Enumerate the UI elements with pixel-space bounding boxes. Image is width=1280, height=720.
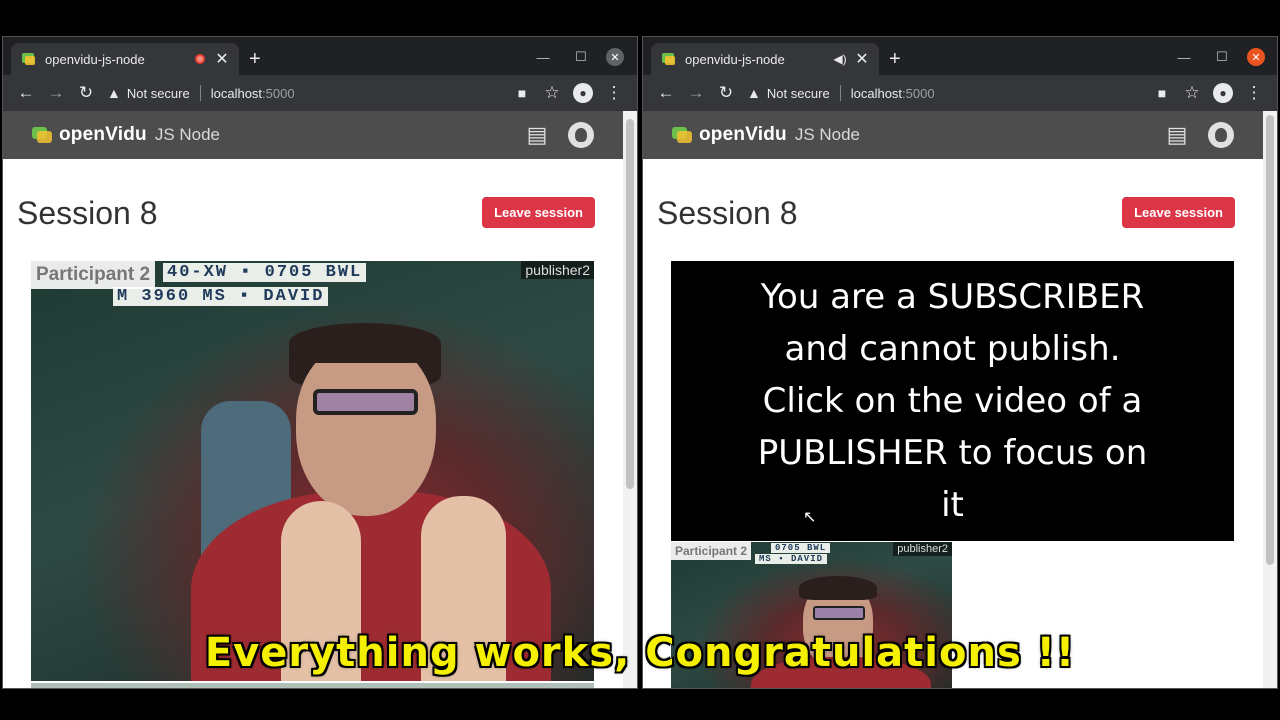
forward-arrow-icon[interactable]: → — [681, 83, 711, 103]
brand-subtitle: JS Node — [154, 125, 221, 144]
mouse-cursor-icon: ↖ — [803, 509, 817, 526]
main-video[interactable]: 40-XW ▪ 0705 BWL M 3960 MS ▪ DAVID Parti… — [31, 261, 594, 681]
page-viewport: openVidu JS Node ▤ Session 8 Leave sessi… — [643, 111, 1263, 688]
back-arrow-icon[interactable]: ← — [651, 83, 681, 103]
url-host: localhost — [850, 85, 903, 101]
back-arrow-icon[interactable]: ← — [11, 83, 41, 103]
publisher-tag: publisher2 — [521, 261, 594, 279]
warning-triangle-icon: ▲ — [747, 85, 761, 101]
bookmark-star-icon[interactable]: ☆ — [537, 83, 567, 103]
publisher-tag: publisher2 — [893, 542, 952, 556]
browser-tab[interactable]: openvidu-js-node ◀) ✕ — [651, 43, 879, 75]
app-navbar: openVidu JS Node ▤ — [643, 111, 1263, 159]
session-title: Session 8 — [17, 195, 158, 231]
security-label: Not secure — [766, 85, 830, 101]
person-glasses — [813, 606, 865, 620]
address-separator — [199, 85, 201, 101]
security-label: Not secure — [126, 85, 190, 101]
plate-top: 0705 BWL — [771, 543, 831, 553]
menu-kebab-icon[interactable]: ⋮ — [599, 83, 629, 103]
tab-bar: openvidu-js-node ✕ + — ☐ ✕ — [3, 37, 637, 75]
session-title: Session 8 — [657, 195, 798, 231]
warning-triangle-icon: ▲ — [107, 85, 121, 101]
forward-arrow-icon[interactable]: → — [41, 83, 71, 103]
docs-book-icon[interactable]: ▤ — [523, 121, 551, 149]
openvidu-logo-icon — [32, 127, 52, 143]
window-close-icon[interactable]: ✕ — [606, 48, 624, 66]
browser-window-right: openvidu-js-node ◀) ✕ + — ☐ ✕ ← → ↻ ▲ No… — [642, 36, 1278, 689]
minimize-icon[interactable]: — — [530, 47, 556, 67]
leave-session-button[interactable]: Leave session — [1122, 197, 1235, 228]
url-host: localhost — [210, 85, 263, 101]
brand-name[interactable]: openVidu — [699, 124, 787, 146]
window-controls: — ☐ ✕ — [530, 47, 624, 67]
menu-kebab-icon[interactable]: ⋮ — [1239, 83, 1269, 103]
next-video-edge — [31, 683, 594, 688]
scrollbar[interactable] — [1263, 111, 1277, 688]
reload-icon[interactable]: ↻ — [71, 83, 101, 103]
browser-window-left: openvidu-js-node ✕ + — ☐ ✕ ← → ↻ ▲ Not s… — [2, 36, 638, 689]
browser-toolbar: ← → ↻ ▲ Not secure localhost:5000 ■ ☆ ● … — [643, 75, 1277, 111]
profile-avatar-icon[interactable]: ● — [1213, 83, 1233, 103]
camera-icon[interactable]: ■ — [507, 85, 537, 101]
person-hair — [799, 576, 877, 600]
browser-tab[interactable]: openvidu-js-node ✕ — [11, 43, 239, 75]
reload-icon[interactable]: ↻ — [711, 83, 741, 103]
camera-icon[interactable]: ■ — [1147, 85, 1177, 101]
docs-book-icon[interactable]: ▤ — [1163, 121, 1191, 149]
profile-avatar-icon[interactable]: ● — [573, 83, 593, 103]
browser-toolbar: ← → ↻ ▲ Not secure localhost:5000 ■ ☆ ● … — [3, 75, 637, 111]
person-glasses — [313, 389, 418, 415]
maximize-icon[interactable]: ☐ — [1209, 47, 1235, 67]
address-bar[interactable]: ▲ Not secure localhost:5000 — [101, 79, 507, 107]
new-tab-icon[interactable]: + — [889, 46, 901, 72]
window-controls: — ☐ ✕ — [1171, 47, 1265, 67]
tab-title: openvidu-js-node — [685, 51, 785, 67]
address-bar[interactable]: ▲ Not secure localhost:5000 — [741, 79, 1147, 107]
person-hair-top — [289, 323, 441, 363]
subscriber-message-panel: You are a SUBSCRIBER and cannot publish.… — [671, 261, 1234, 541]
participant-name-tag: Participant 2 — [31, 261, 156, 289]
brand-name[interactable]: openVidu — [59, 124, 147, 146]
recording-indicator-icon — [193, 52, 207, 66]
plate-bottom: M 3960 MS ▪ DAVID — [113, 287, 329, 306]
brand-subtitle: JS Node — [794, 125, 861, 144]
openvidu-favicon-icon — [662, 53, 675, 65]
bookmark-star-icon[interactable]: ☆ — [1177, 83, 1207, 103]
new-tab-icon[interactable]: + — [249, 46, 261, 72]
plate-bottom: MS ▪ DAVID — [755, 554, 828, 564]
maximize-icon[interactable]: ☐ — [568, 47, 594, 67]
minimize-icon[interactable]: — — [1171, 47, 1197, 67]
plate-top: 40-XW ▪ 0705 BWL — [163, 263, 367, 282]
tab-bar: openvidu-js-node ◀) ✕ + — ☐ ✕ — [643, 37, 1277, 75]
page-viewport: openVidu JS Node ▤ Session 8 Leave sessi… — [3, 111, 623, 688]
session-header: Session 8 Leave session — [643, 159, 1263, 251]
screen: openvidu-js-node ✕ + — ☐ ✕ ← → ↻ ▲ Not s… — [0, 0, 1280, 720]
tab-close-icon[interactable]: ✕ — [215, 49, 229, 69]
window-close-icon[interactable]: ✕ — [1247, 48, 1265, 66]
address-separator — [839, 85, 841, 101]
github-icon[interactable] — [567, 121, 595, 149]
tab-close-icon[interactable]: ✕ — [855, 49, 869, 69]
app-navbar: openVidu JS Node ▤ — [3, 111, 623, 159]
openvidu-logo-icon — [672, 127, 692, 143]
participant-name-tag: Participant 2 — [671, 542, 752, 560]
scrollbar-thumb[interactable] — [626, 119, 634, 489]
video-caption: Everything works, Congratulations !! — [204, 630, 1076, 676]
tab-title: openvidu-js-node — [45, 51, 145, 67]
openvidu-favicon-icon — [22, 53, 35, 65]
subscriber-message: You are a SUBSCRIBER and cannot publish.… — [757, 277, 1148, 525]
person-head — [296, 341, 436, 516]
url-port: :5000 — [262, 85, 295, 101]
scrollbar-thumb[interactable] — [1266, 115, 1274, 565]
github-icon[interactable] — [1207, 121, 1235, 149]
scrollbar[interactable] — [623, 111, 637, 688]
leave-session-button[interactable]: Leave session — [482, 197, 595, 228]
url-port: :5000 — [902, 85, 935, 101]
speaker-icon[interactable]: ◀) — [833, 52, 847, 66]
session-header: Session 8 Leave session — [3, 159, 623, 251]
